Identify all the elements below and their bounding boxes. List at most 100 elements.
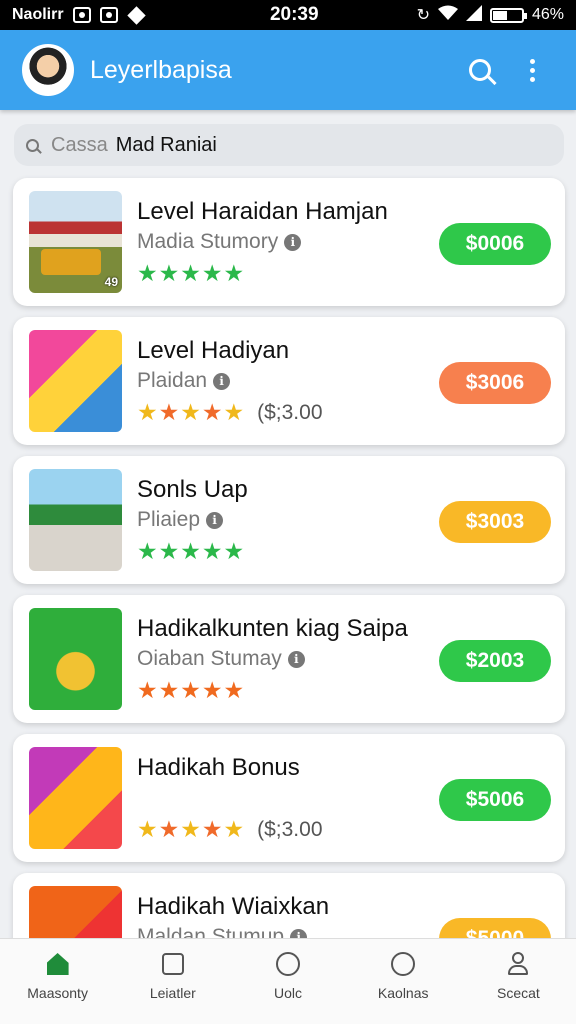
search-icon (26, 138, 39, 152)
star-icon: ★ (180, 816, 202, 842)
item-thumbnail (29, 330, 122, 432)
star-icon: ★ (137, 260, 159, 286)
nav-item-clock[interactable]: Kaolnas (346, 939, 461, 1024)
signal-icon (465, 4, 482, 26)
list-item[interactable]: Level Hadiyan Plaidan ℹ ★ ★ ★ ★ ★ ($;3.00 $300… (13, 317, 565, 445)
item-subtitle: Madia Stumory ℹ (137, 230, 302, 254)
rating-text: ($;3.00 (257, 400, 323, 424)
clock-icon (390, 951, 416, 977)
nav-label: Leiatler (149, 985, 196, 1001)
list-item[interactable]: 49 Level Haraidan Hamjan Madia Stumory ℹ … (13, 178, 565, 306)
item-subtitle: Pliaiep ℹ (137, 508, 224, 532)
location-icon (126, 5, 146, 25)
nav-item-profile[interactable]: Scecat (461, 939, 576, 1024)
more-options-button[interactable] (506, 44, 558, 96)
avatar[interactable] (22, 44, 74, 96)
nav-label: Scecat (497, 985, 540, 1001)
list-item[interactable]: Sonls Uap Pliaiep ℹ ★ ★ ★ ★ ★ $3003 (13, 456, 565, 584)
thumbnail-badge: 49 (104, 275, 118, 289)
price-button[interactable]: $0006 (439, 223, 551, 265)
notification-icon (72, 7, 91, 23)
star-icon: ★ (180, 538, 202, 564)
search-placeholder: Cassa (51, 133, 108, 156)
clock: 20:39 (269, 4, 319, 25)
item-title: Hadikah Wiaixkan (137, 893, 330, 920)
star-icon: ★ (223, 538, 246, 564)
item-subtitle: Plaidan ℹ (137, 369, 231, 393)
item-subtitle: Oiaban Stumay ℹ (137, 647, 305, 671)
item-subtitle-text: Madia Stumory (137, 230, 279, 253)
search-input[interactable]: Cassa Mad Raniai (14, 124, 564, 166)
item-thumbnail (29, 608, 122, 710)
item-title: Sonls Uap (137, 476, 248, 503)
star-icon: ★ (137, 816, 159, 842)
star-icon: ★ (223, 677, 246, 703)
star-icon: ★ (158, 677, 181, 703)
price-button[interactable]: $3006 (439, 362, 551, 404)
price-button[interactable]: $5006 (439, 779, 551, 821)
rating-text: ($;3.00 (257, 817, 323, 841)
nav-label: Uolc (274, 985, 303, 1001)
bottom-navigation: Maasonty Leiatler Uolc Kaolnas Scecat (0, 938, 576, 1024)
star-icon: ★ (158, 538, 181, 564)
status-bar: Naolirr 20:39 ↻ 46% (0, 0, 576, 30)
app-title: Leyerlbapisa (90, 55, 232, 84)
list-icon (160, 951, 186, 977)
star-rating: ★ ★ ★ ★ ★ ($;3.00 (137, 399, 323, 426)
star-icon: ★ (180, 399, 202, 425)
list-item[interactable]: Hadikah Bonus ★ ★ ★ ★ ★ ($;3.00 $5006 (13, 734, 565, 862)
star-icon: ★ (158, 399, 181, 425)
star-icon: ★ (137, 677, 159, 703)
wifi-icon (437, 5, 458, 26)
star-icon: ★ (137, 399, 159, 425)
nav-item-list[interactable]: Leiatler (115, 939, 230, 1024)
item-subtitle-text: Plaidan (137, 369, 208, 392)
item-thumbnail (29, 469, 122, 571)
star-icon: ★ (201, 260, 224, 286)
search-value: Mad Raniai (115, 133, 217, 156)
star-icon: ★ (201, 399, 224, 425)
stars: ★ ★ ★ ★ ★ (137, 677, 245, 704)
star-rating: ★ ★ ★ ★ ★ ($;3.00 (137, 816, 323, 843)
nav-item-explore[interactable]: Uolc (230, 939, 345, 1024)
price-button[interactable]: $3003 (439, 501, 551, 543)
info-icon: ℹ (284, 233, 302, 251)
star-icon: ★ (201, 816, 224, 842)
item-thumbnail (29, 747, 122, 849)
star-icon: ★ (201, 677, 224, 703)
star-icon: ★ (137, 538, 159, 564)
profile-icon (505, 951, 531, 977)
stars: ★ ★ ★ ★ ★ (137, 816, 245, 843)
star-icon: ★ (201, 538, 224, 564)
item-subtitle-text: Pliaiep (137, 508, 201, 531)
carrier-name: Naolirr (12, 6, 64, 23)
star-icon: ★ (223, 260, 246, 286)
stars: ★ ★ ★ ★ ★ (137, 399, 245, 426)
star-icon: ★ (180, 677, 202, 703)
stars: ★ ★ ★ ★ ★ (137, 260, 245, 287)
list-item[interactable]: Hadikalkunten kiag Saipa Oiaban Stumay ℹ … (13, 595, 565, 723)
info-icon: ℹ (213, 372, 231, 390)
battery-icon (489, 7, 527, 23)
item-title: Hadikah Bonus (137, 754, 300, 781)
item-title: Level Haraidan Hamjan (137, 198, 388, 225)
star-rating: ★ ★ ★ ★ ★ (137, 538, 257, 565)
star-icon: ★ (158, 260, 181, 286)
star-icon: ★ (180, 260, 202, 286)
item-title: Hadikalkunten kiag Saipa (137, 615, 408, 642)
search-button[interactable] (454, 44, 506, 96)
nav-item-home[interactable]: Maasonty (0, 939, 115, 1024)
star-icon: ★ (223, 816, 246, 842)
star-rating: ★ ★ ★ ★ ★ (137, 677, 257, 704)
item-title: Level Hadiyan (137, 337, 290, 364)
home-icon (45, 951, 71, 977)
app-bar: Leyerlbapisa (0, 30, 576, 110)
star-icon: ★ (223, 399, 246, 425)
info-icon: ℹ (287, 650, 305, 668)
nav-label: Maasonty (27, 985, 88, 1001)
more-vert-icon (529, 58, 535, 82)
price-button[interactable]: $2003 (439, 640, 551, 682)
item-subtitle-text: Oiaban Stumay (137, 647, 282, 670)
notification-icon (99, 7, 118, 23)
explore-icon (275, 951, 301, 977)
